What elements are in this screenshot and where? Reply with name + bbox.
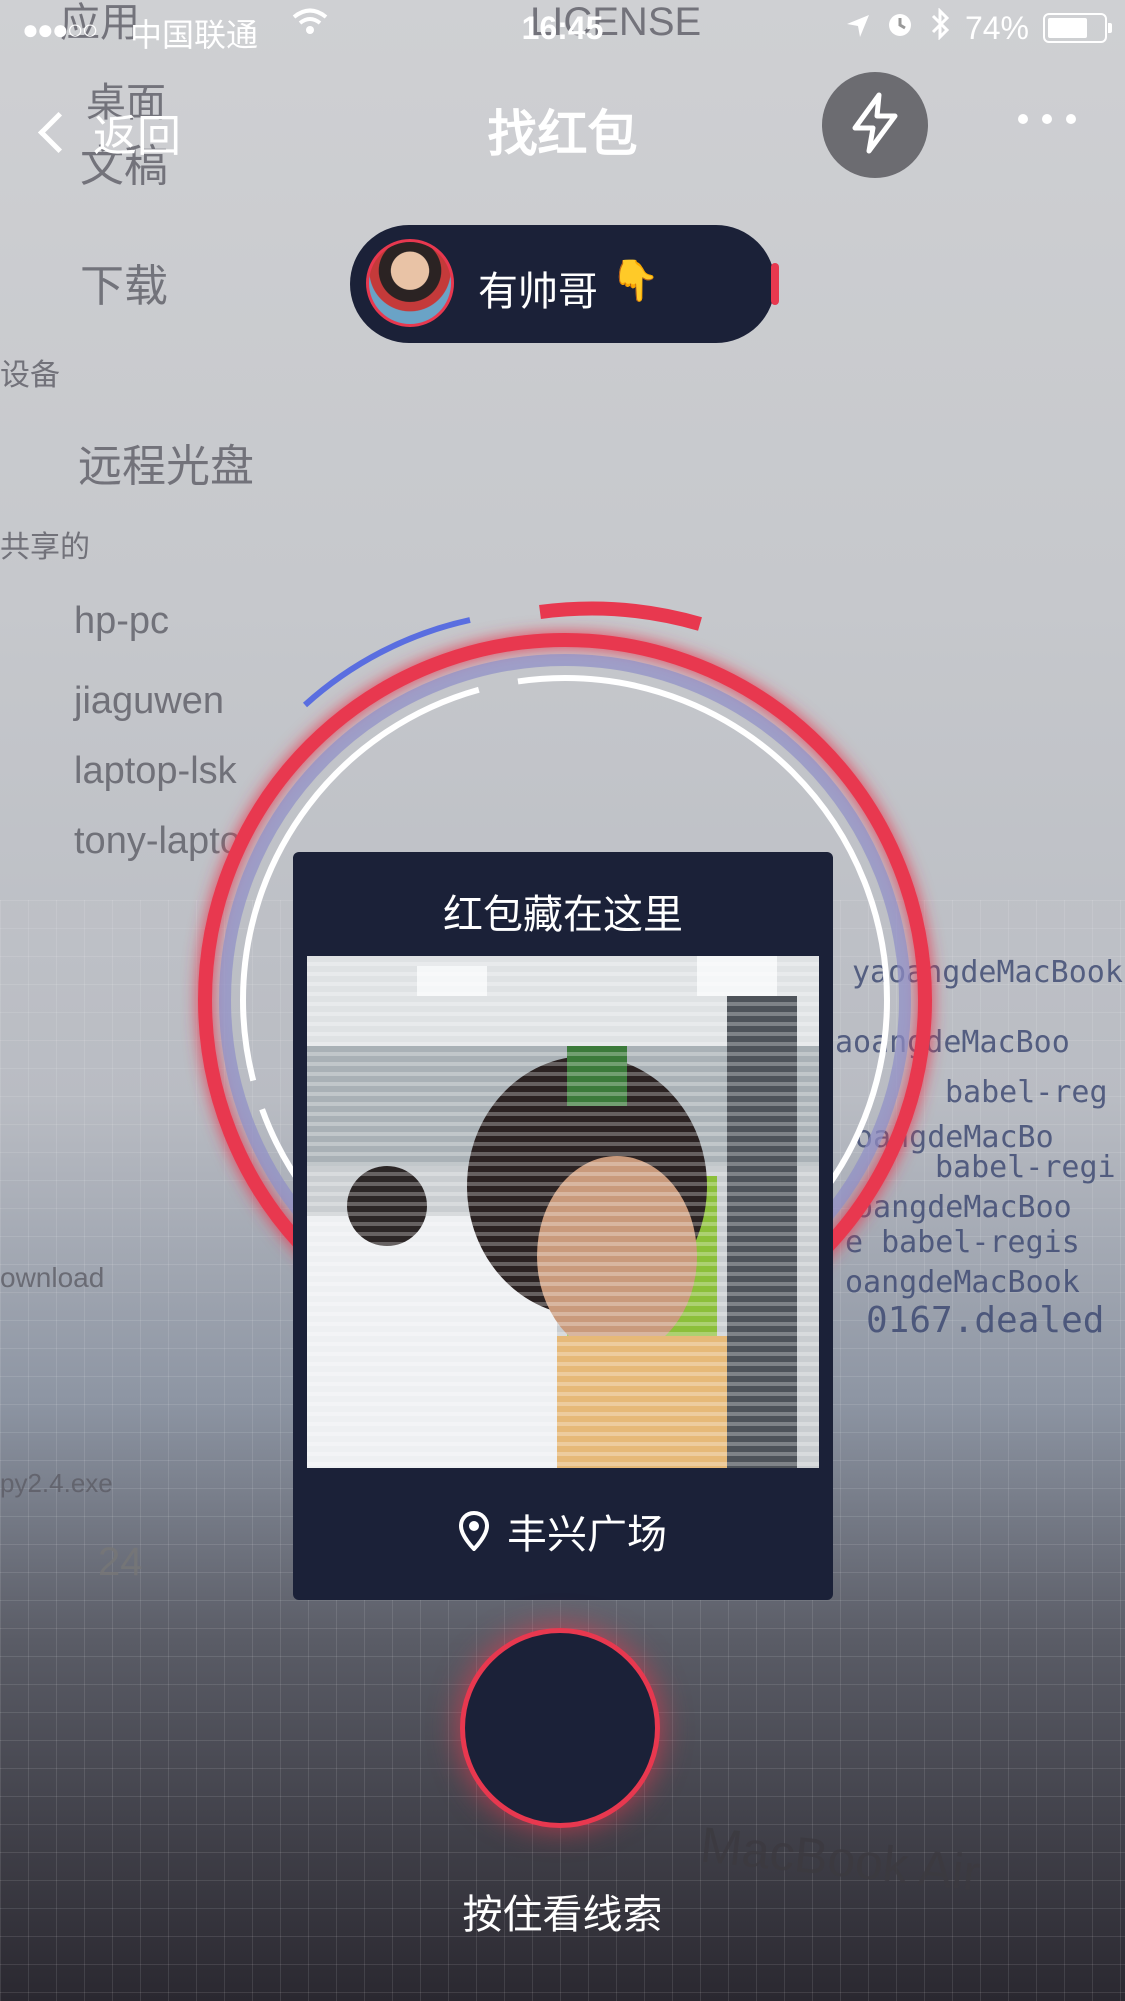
bg-label: 24 bbox=[98, 1540, 143, 1584]
more-dot bbox=[1066, 114, 1076, 124]
bg-terminal-line: babel-regi bbox=[935, 1150, 1116, 1185]
user-pill[interactable]: 有帅哥 👇 bbox=[350, 225, 779, 343]
bg-label: py2.4.exe bbox=[0, 1468, 113, 1498]
bg-label: 设备 bbox=[0, 359, 60, 392]
lightning-icon bbox=[847, 92, 903, 158]
bg-label: 远程光盘 bbox=[78, 442, 254, 491]
alarm-icon bbox=[885, 9, 915, 47]
status-right: 74% bbox=[845, 7, 1112, 48]
more-dot bbox=[1018, 114, 1028, 124]
more-button[interactable] bbox=[1018, 114, 1076, 124]
battery-percent: 74% bbox=[964, 9, 1029, 46]
bg-label: 共享的 bbox=[0, 531, 90, 564]
status-bar: ●●●○○ 中国联通 16:45 74% bbox=[0, 0, 1125, 60]
pill-accent bbox=[771, 263, 779, 305]
location-arrow-icon bbox=[845, 10, 871, 47]
hold-button[interactable] bbox=[460, 1628, 660, 1828]
bg-label: ownload bbox=[0, 1262, 105, 1293]
card-heading: 红包藏在这里 bbox=[443, 892, 683, 938]
location-row: 丰兴广场 bbox=[293, 1502, 833, 1560]
avatar bbox=[366, 239, 454, 327]
hold-label: 按住看线索 bbox=[462, 1892, 663, 1938]
ring-arc-top bbox=[539, 601, 702, 631]
bg-label: hp-pc bbox=[74, 600, 170, 642]
user-name: 有帅哥 bbox=[478, 269, 598, 315]
location-name: 丰兴广场 bbox=[507, 1512, 667, 1558]
more-dot bbox=[1042, 114, 1052, 124]
pointing-down-icon: 👇 bbox=[610, 258, 660, 304]
bg-terminal-line: babel-reg bbox=[945, 1075, 1108, 1110]
bluetooth-icon bbox=[929, 7, 951, 48]
bg-label: 下载 bbox=[80, 262, 168, 311]
hint-card: 红包藏在这里 丰兴广场 bbox=[293, 852, 833, 1600]
map-pin-icon bbox=[459, 1511, 489, 1551]
battery-icon bbox=[1043, 13, 1112, 43]
nav-bar: 返回 找红包 bbox=[0, 60, 1125, 190]
clue-photo bbox=[307, 956, 819, 1468]
flash-button[interactable] bbox=[822, 72, 928, 178]
page-title: 找红包 bbox=[487, 105, 638, 163]
